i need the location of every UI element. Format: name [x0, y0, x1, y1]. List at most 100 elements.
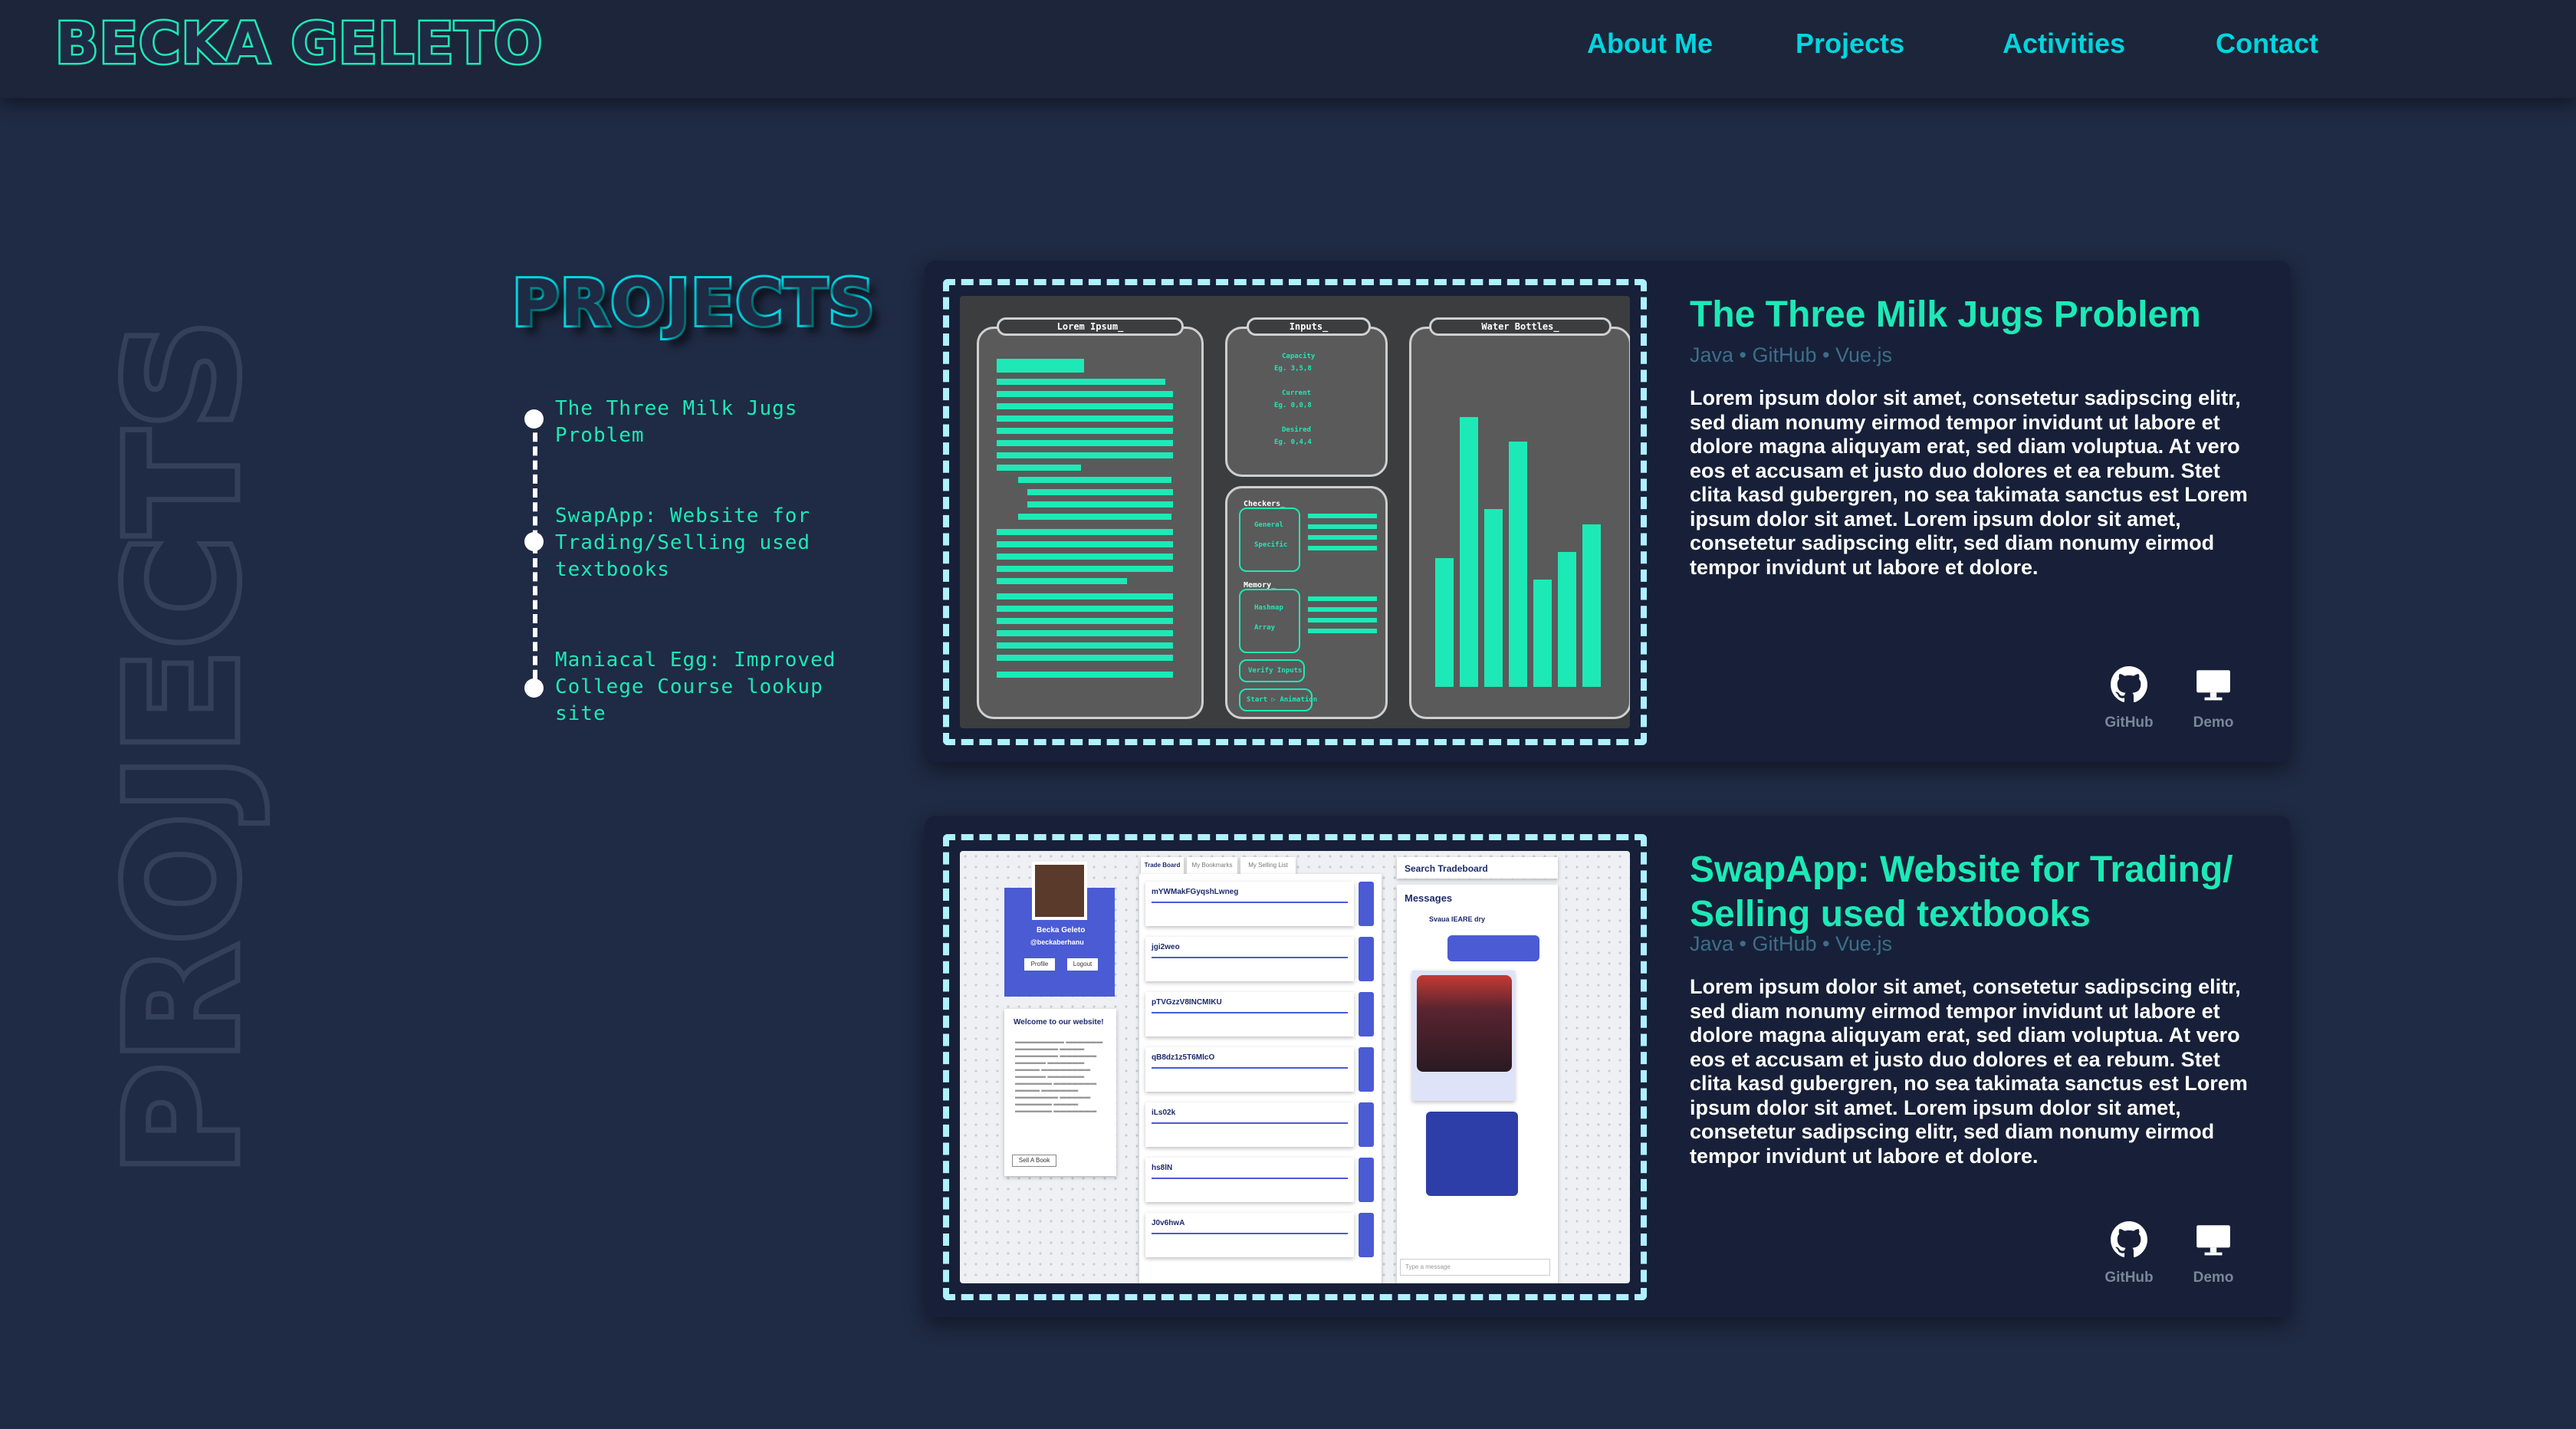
github-link[interactable]: GitHub — [2095, 665, 2164, 742]
github-link[interactable]: GitHub — [2095, 1220, 2164, 1297]
demo-link[interactable]: Demo — [2179, 1220, 2248, 1297]
project-title: The Three Milk Jugs Problem — [1690, 294, 2201, 335]
demo-label: Demo — [2193, 1270, 2234, 1286]
preview-text-line — [997, 655, 1173, 661]
timeline-dot[interactable] — [524, 678, 544, 698]
demo-label: Demo — [2193, 714, 2234, 731]
nav-link-projects[interactable]: Projects — [1796, 28, 1904, 60]
site-logo[interactable]: BECKA GELETO — [53, 9, 544, 79]
preview-tab: Trade Board — [1141, 857, 1184, 874]
preview-listing-rule — [1152, 1178, 1348, 1179]
project-preview-frame[interactable]: Lorem Ipsum_ Inputs_ Capacity Eg. 3,5,8 … — [943, 279, 1647, 745]
preview-chat-input: Type a message — [1400, 1259, 1550, 1276]
project-preview-frame[interactable]: Becka Geleto @beckaberhanu Profile Logou… — [943, 834, 1647, 1300]
preview-option: Hashmap — [1254, 604, 1283, 612]
preview-input-value: Eg. 0,4,4 — [1274, 439, 1312, 446]
preview-text-line — [997, 403, 1173, 409]
preview-text-line — [997, 440, 1173, 446]
preview-option: Array — [1254, 624, 1276, 632]
project-title: SwapApp: Website for Trading/ Selling us… — [1690, 849, 2233, 935]
preview-listing-row — [1145, 1158, 1354, 1202]
top-navigation-bar: BECKA GELETO About Me Projects Activitie… — [0, 0, 2576, 98]
preview-text-line — [997, 566, 1173, 572]
preview-welcome-text: ▬▬▬▬▬▬▬▬ ▬▬▬▬▬▬ ▬▬▬▬▬▬▬ ▬▬▬▬ ▬▬▬▬▬▬▬ ▬▬▬… — [1015, 1038, 1103, 1114]
preview-text-line — [997, 465, 1081, 471]
preview-chat-image — [1417, 975, 1512, 1072]
preview-text-line — [1308, 596, 1377, 601]
preview-listing-rule — [1152, 1067, 1348, 1069]
preview-search-label: Search Tradeboard — [1405, 863, 1488, 874]
timeline-item-swapapp[interactable]: SwapApp: Website for Trading/Selling use… — [555, 503, 877, 583]
preview-text-line — [997, 529, 1173, 535]
timeline-item-maniacal-egg[interactable]: Maniacal Egg: Improved College Course lo… — [555, 647, 877, 728]
preview-text-line — [1308, 514, 1377, 518]
preview-bookmark-button — [1359, 937, 1374, 981]
preview-listing-rule — [1152, 1233, 1348, 1234]
preview-chat-bubble — [1447, 935, 1539, 961]
preview-text-line — [1018, 514, 1171, 520]
demo-link[interactable]: Demo — [2179, 665, 2248, 742]
preview-checkbox-group — [1239, 508, 1300, 572]
nav-link-about-me[interactable]: About Me — [1587, 28, 1713, 60]
project-description: Lorem ipsum dolor sit amet, consetetur s… — [1690, 386, 2248, 579]
preview-text-line — [997, 606, 1173, 612]
preview-logout-button: Logout — [1067, 958, 1098, 971]
preview-sell-button: Sell A Book — [1012, 1155, 1056, 1167]
preview-profile-name: Becka Geleto — [1037, 926, 1086, 935]
timeline-item-milk-jugs[interactable]: The Three Milk Jugs Problem — [555, 396, 877, 449]
preview-input-value: Eg. 0,0,8 — [1274, 402, 1312, 409]
preview-welcome-title: Welcome to our website! — [1014, 1018, 1104, 1027]
preview-listing-title: mYWMakFGyqshLwneg — [1152, 888, 1239, 896]
timeline-dot[interactable] — [524, 532, 544, 551]
avatar — [1032, 862, 1087, 920]
preview-chart-bar — [1460, 417, 1478, 687]
preview-listing-title: pTVGzzV8INCMIKU — [1152, 998, 1222, 1007]
preview-highlight — [997, 359, 1084, 373]
preview-text-line — [1308, 524, 1377, 529]
preview-input-label: Current — [1282, 389, 1311, 397]
preview-text-line — [997, 416, 1173, 422]
preview-listing-rule — [1152, 1012, 1348, 1013]
preview-text-line — [997, 554, 1173, 560]
project-description: Lorem ipsum dolor sit amet, consetetur s… — [1690, 975, 2248, 1168]
preview-listing-rule — [1152, 1122, 1348, 1124]
preview-text-line — [997, 618, 1173, 624]
preview-profile-button: Profile — [1024, 958, 1055, 971]
preview-listing-rule — [1152, 902, 1348, 903]
preview-chart-bar — [1582, 524, 1601, 687]
preview-text-line — [997, 630, 1173, 636]
preview-chart-bar — [1435, 558, 1454, 687]
preview-chat-bubble — [1426, 1112, 1518, 1196]
preview-text-line — [997, 452, 1173, 458]
preview-messages-label: Messages — [1405, 892, 1453, 904]
timeline-dashed-line — [533, 419, 537, 693]
preview-chart-bar — [1533, 580, 1552, 687]
github-label: GitHub — [2104, 1270, 2154, 1286]
preview-listing-row — [1145, 1102, 1354, 1147]
preview-bookmark-button — [1359, 1213, 1374, 1257]
timeline-dot[interactable] — [524, 409, 544, 429]
preview-text-line — [1027, 501, 1173, 508]
preview-text-line — [997, 391, 1173, 397]
preview-checkbox-group — [1239, 589, 1300, 653]
preview-bookmark-button — [1359, 1158, 1374, 1202]
preview-listing-title: hs8lN — [1152, 1164, 1173, 1172]
preview-input-label: Desired — [1282, 426, 1311, 434]
nav-link-activities[interactable]: Activities — [2003, 28, 2125, 60]
preview-text-line — [1308, 607, 1377, 612]
preview-text-line — [1018, 477, 1171, 483]
preview-bookmark-button — [1359, 992, 1374, 1036]
preview-bookmark-button — [1359, 1047, 1374, 1092]
preview-tab: My Selling List — [1240, 857, 1296, 874]
preview-start-label: Start ▷ Animation — [1247, 696, 1318, 704]
preview-text-line — [997, 672, 1173, 678]
project-preview-image: Becka Geleto @beckaberhanu Profile Logou… — [960, 851, 1630, 1283]
preview-profile-handle: @beckaberhanu — [1030, 938, 1084, 946]
project-tags: Java • GitHub • Vue.js — [1690, 932, 1893, 955]
preview-option: General — [1254, 521, 1283, 529]
preview-text-line — [997, 593, 1173, 600]
preview-option: Specific — [1254, 541, 1288, 549]
project-preview-image: Lorem Ipsum_ Inputs_ Capacity Eg. 3,5,8 … — [960, 296, 1630, 728]
project-tags: Java • GitHub • Vue.js — [1690, 343, 1893, 366]
nav-link-contact[interactable]: Contact — [2216, 28, 2318, 60]
